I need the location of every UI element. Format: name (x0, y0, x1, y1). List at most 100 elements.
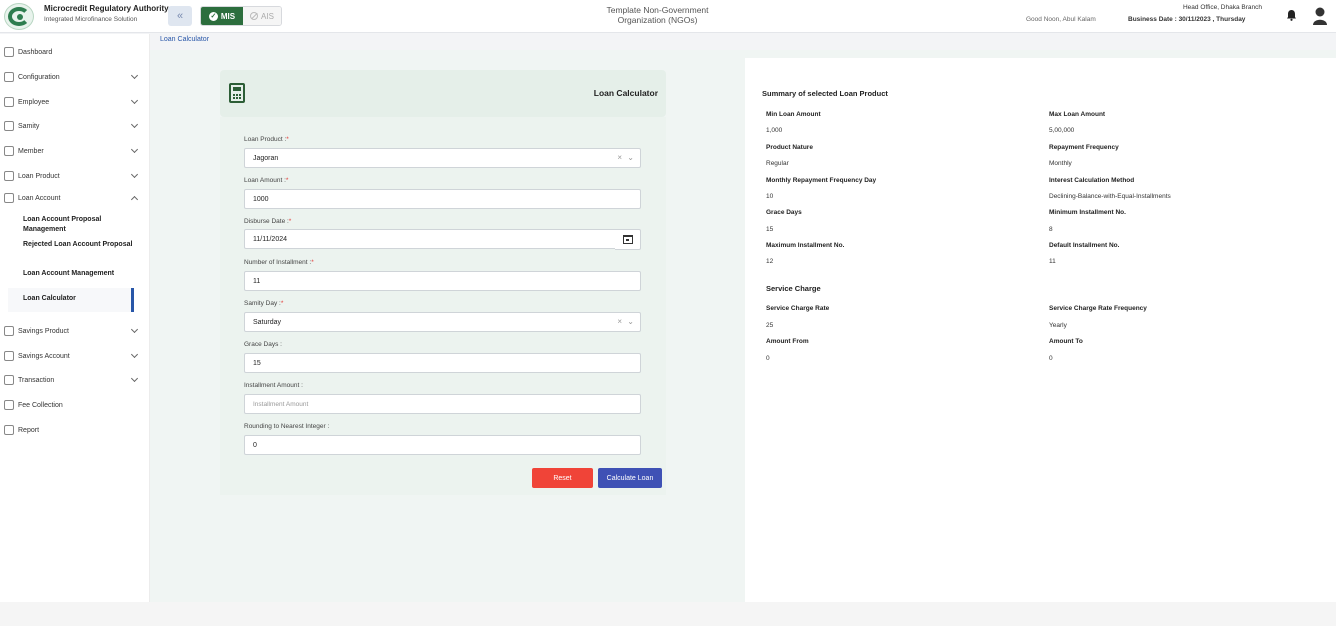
savings-product-icon (4, 326, 14, 336)
active-indicator (131, 288, 134, 312)
sidebar-item-savings-product[interactable]: Savings Product (0, 320, 148, 342)
footer (0, 602, 1336, 626)
summary-value: 15 (766, 226, 774, 233)
num-installment-label: Number of Installment :* (244, 259, 314, 266)
sidebar-item-label: Dashboard (18, 48, 53, 56)
sliders-icon (4, 72, 14, 82)
chevron-down-icon (130, 96, 139, 105)
grace-days-input[interactable]: 15 (244, 353, 641, 373)
summary-label: Service Charge Rate Frequency (1049, 305, 1147, 312)
chevron-down-icon[interactable]: ⌄ (627, 153, 634, 162)
mis-mode-button[interactable]: ✓ MIS (201, 7, 243, 25)
sidebar-item-label: Loan Account (18, 194, 61, 202)
calculate-loan-button[interactable]: Calculate Loan (598, 468, 662, 488)
loan-account-icon (4, 193, 14, 203)
calculator-title: Loan Calculator (593, 88, 658, 98)
sidebar-subitem-loan-calculator[interactable]: Loan Calculator (23, 294, 133, 304)
chevron-down-icon (130, 350, 139, 359)
loan-product-label: Loan Product :* (244, 136, 289, 143)
chevron-down-icon (130, 145, 139, 154)
summary-panel (745, 58, 1336, 602)
sidebar-item-label: Member (18, 147, 44, 155)
summary-value: 8 (1049, 226, 1053, 233)
samity-day-select[interactable]: Saturday × ⌄ (244, 312, 641, 332)
summary-value: 11 (1049, 258, 1056, 265)
sidebar-item-label: Configuration (18, 73, 60, 81)
chevron-up-icon (130, 195, 139, 204)
mis-label: MIS (220, 11, 236, 21)
business-date: Business Date : 30/11/2023 , Thursday (1128, 16, 1246, 23)
double-chevron-left-icon: « (176, 10, 184, 22)
template-title: Template Non-Government Organization (NG… (540, 5, 775, 25)
branch-name: Head Office, Dhaka Branch (1182, 4, 1262, 11)
summary-value: 12 (766, 258, 774, 265)
samity-day-label: Samity Day :* (244, 300, 284, 307)
rounding-label: Rounding to Nearest Integer : (244, 423, 330, 430)
summary-label: Min Loan Amount (766, 111, 821, 118)
samity-icon (4, 121, 14, 131)
savings-account-icon (4, 351, 14, 361)
clear-icon[interactable]: × (617, 317, 622, 326)
fee-collection-icon (4, 400, 14, 410)
clear-icon[interactable]: × (617, 153, 622, 162)
summary-label: Grace Days (766, 209, 802, 216)
ais-mode-button[interactable]: AIS (243, 7, 281, 25)
summary-label: Amount To (1049, 338, 1083, 345)
user-avatar-icon[interactable] (1312, 6, 1328, 26)
sidebar-item-label: Savings Account (18, 352, 70, 360)
sidebar-item-member[interactable]: Member (0, 140, 148, 162)
chevron-down-icon (130, 325, 139, 334)
installment-amount-input[interactable]: Installment Amount (244, 394, 641, 414)
sidebar-subitem-account-management[interactable]: Loan Account Management (23, 269, 133, 279)
sidebar-item-configuration[interactable]: Configuration (0, 66, 148, 88)
disburse-date-input[interactable]: 11/11/2024 (244, 229, 616, 249)
sidebar-subitem-proposal-management[interactable]: Loan Account Proposal Management (23, 215, 133, 235)
greeting-text: Good Noon, Abul Kalam (1026, 16, 1096, 23)
reset-button[interactable]: Reset (532, 468, 593, 488)
top-header: Microcredit Regulatory Authority Integra… (0, 0, 1336, 33)
service-charge-title: Service Charge (766, 284, 821, 293)
loan-product-select[interactable]: Jagoran × ⌄ (244, 148, 641, 168)
sidebar-item-dashboard[interactable]: Dashboard (0, 41, 148, 63)
sidebar-item-label: Employee (18, 98, 50, 106)
sidebar-subitem-rejected-proposal[interactable]: Rejected Loan Account Proposal (23, 240, 133, 250)
summary-label: Repayment Frequency (1049, 144, 1119, 151)
sidebar-item-label: Report (18, 426, 40, 434)
bell-icon[interactable] (1286, 9, 1297, 21)
calendar-icon (622, 235, 633, 244)
member-icon (4, 146, 14, 156)
dashboard-icon (4, 47, 14, 57)
check-circle-icon: ✓ (208, 11, 218, 21)
sidebar-item-report[interactable]: Report (0, 419, 148, 441)
loan-amount-label: Loan Amount :* (244, 177, 289, 184)
disburse-date-label: Disburse Date :* (244, 218, 292, 225)
sidebar-item-loan-account[interactable]: Loan Account (0, 187, 148, 209)
breadcrumb[interactable]: Loan Calculator (160, 36, 209, 43)
transaction-icon (4, 375, 14, 385)
summary-value: 1,000 (766, 127, 783, 134)
sidebar-item-fee-collection[interactable]: Fee Collection (0, 394, 148, 416)
num-installment-input[interactable]: 11 (244, 271, 641, 291)
ban-icon (250, 12, 259, 20)
summary-label: Product Nature (766, 144, 813, 151)
rounding-input[interactable]: 0 (244, 435, 641, 455)
module-switch: ✓ MIS AIS (200, 6, 282, 26)
sidebar: Dashboard Configuration Employee Samity … (0, 34, 150, 602)
date-picker-button[interactable] (615, 229, 641, 250)
chevron-down-icon[interactable]: ⌄ (627, 317, 634, 326)
summary-label: Minimum Installment No. (1049, 209, 1126, 216)
sidebar-item-transaction[interactable]: Transaction (0, 369, 148, 391)
sidebar-item-samity[interactable]: Samity (0, 115, 148, 137)
collapse-sidebar-button[interactable]: « (168, 6, 192, 26)
employee-icon (4, 97, 14, 107)
sidebar-item-employee[interactable]: Employee (0, 91, 148, 113)
loan-product-value: Jagoran (253, 154, 279, 162)
summary-value: 10 (766, 193, 774, 200)
summary-label: Maximum Installment No. (766, 242, 845, 249)
sidebar-item-savings-account[interactable]: Savings Account (0, 345, 148, 367)
loan-amount-input[interactable]: 1000 (244, 189, 641, 209)
chevron-down-icon (130, 374, 139, 383)
sidebar-item-label: Samity (18, 122, 40, 130)
sidebar-item-label: Transaction (18, 376, 55, 384)
sidebar-item-loan-product[interactable]: Loan Product (0, 165, 148, 187)
